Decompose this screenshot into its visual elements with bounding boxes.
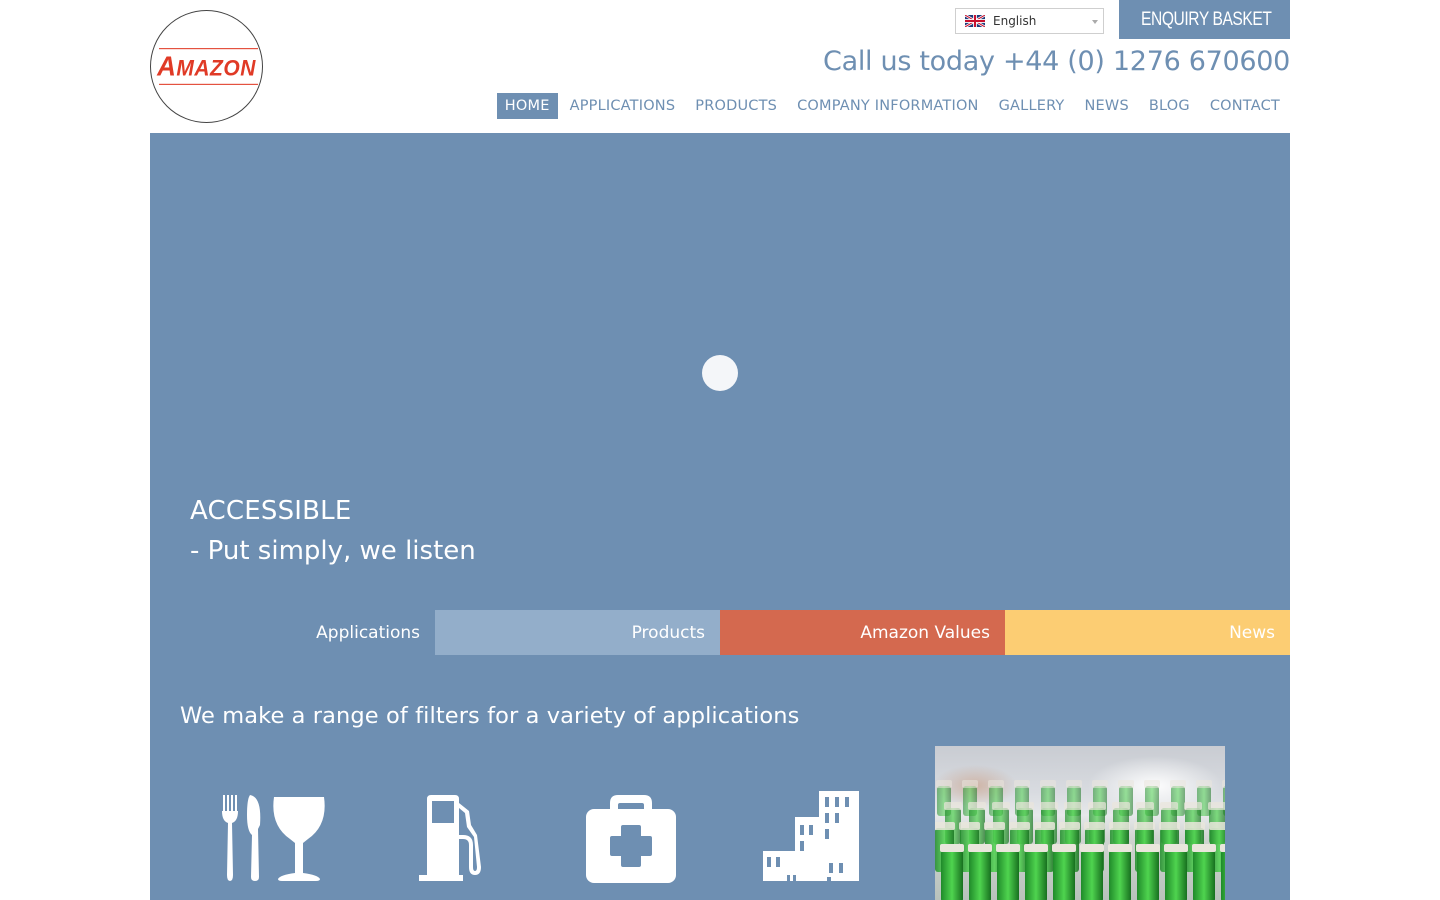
bottle-cap	[1009, 822, 1030, 830]
nav-item-applications[interactable]: APPLICATIONS	[562, 93, 684, 119]
bottle-cap	[1014, 780, 1030, 788]
applications-heading: We make a range of filters for a variety…	[180, 703, 800, 729]
bottle	[1193, 850, 1215, 900]
bottle-cap	[1144, 780, 1160, 788]
language-select[interactable]: English	[955, 8, 1104, 34]
hero-section: ACCESSIBLE - Put simply, we listen Appli…	[150, 133, 1290, 900]
bottle-cap	[1064, 802, 1082, 810]
food-and-beverage-icon[interactable]	[222, 795, 326, 883]
bottle-cap	[936, 780, 952, 788]
logo-wordmark: AMAZON	[155, 47, 258, 86]
nav-item-blog[interactable]: BLOG	[1141, 93, 1198, 119]
bottle-cap	[1112, 802, 1130, 810]
bottle-cap	[968, 802, 986, 810]
bottle-rows	[935, 780, 1225, 900]
bottles-illustration	[935, 780, 1225, 900]
chevron-down-icon	[1092, 20, 1098, 24]
bottle-cap	[1024, 844, 1048, 852]
phone-number: Call us today +44 (0) 1276 670600	[823, 46, 1290, 77]
bottle-cap	[1080, 844, 1104, 852]
bottle-cap	[1034, 822, 1055, 830]
main-nav: HOME APPLICATIONS PRODUCTS COMPANY INFOR…	[493, 93, 1290, 119]
bottle-cap	[1208, 802, 1225, 810]
bottle-cap	[935, 822, 955, 830]
slider-loading-indicator[interactable]	[702, 355, 738, 391]
bottle-cap	[1222, 780, 1225, 788]
bottle-cap	[1016, 802, 1034, 810]
bottle-cap	[1170, 780, 1186, 788]
nav-item-home[interactable]: HOME	[496, 93, 558, 119]
uk-flag-icon	[965, 15, 985, 27]
bottle	[997, 850, 1019, 900]
tab-news[interactable]: News	[1005, 610, 1290, 655]
bottle-cap	[1220, 844, 1225, 852]
bottle-cap	[988, 780, 1004, 788]
tab-amazon-values[interactable]: Amazon Values	[720, 610, 1005, 655]
buildings-icon[interactable]	[763, 791, 859, 883]
nav-item-gallery[interactable]: GALLERY	[991, 93, 1073, 119]
bottle-cap	[992, 802, 1010, 810]
green-bottles-production-line-photo[interactable]	[935, 746, 1225, 900]
bottle	[1109, 850, 1131, 900]
bottle-cap	[1108, 844, 1132, 852]
bottle-cap	[1160, 802, 1178, 810]
enquiry-basket-button[interactable]: ENQUIRY BASKET	[1119, 0, 1290, 39]
bottle-cap	[1088, 802, 1106, 810]
bottle-cap	[1134, 822, 1155, 830]
nav-item-contact[interactable]: CONTACT	[1202, 93, 1288, 119]
bottle	[1221, 850, 1225, 900]
bottle	[1081, 850, 1103, 900]
bottle	[941, 850, 963, 900]
bottle	[1025, 850, 1047, 900]
bottle-cap	[944, 802, 962, 810]
bottle-cap	[1092, 780, 1108, 788]
bottle-cap	[1136, 802, 1154, 810]
bottle-cap	[1184, 822, 1205, 830]
bottle	[1165, 850, 1187, 900]
nav-item-products[interactable]: PRODUCTS	[687, 93, 785, 119]
bottle-cap	[959, 822, 980, 830]
bottle-cap	[1118, 780, 1134, 788]
bottle-cap	[996, 844, 1020, 852]
bottle-cap	[1164, 844, 1188, 852]
slide-subtitle: - Put simply, we listen	[190, 536, 476, 566]
bottle-cap	[1066, 780, 1082, 788]
bottle-cap	[968, 844, 992, 852]
bottle-cap	[1052, 844, 1076, 852]
bottle-cap	[1192, 844, 1216, 852]
bottle-cap	[1109, 822, 1130, 830]
slide-caption: ACCESSIBLE - Put simply, we listen	[190, 493, 476, 573]
bottle-cap	[940, 844, 964, 852]
language-label: English	[993, 14, 1037, 28]
bottle-cap	[1084, 822, 1105, 830]
bottle-cap	[1184, 802, 1202, 810]
logo-rest: MAZON	[176, 56, 256, 81]
section-tabs: Applications Products Amazon Values News	[150, 610, 1290, 655]
bottle-cap	[962, 780, 978, 788]
bottle-cap	[1040, 802, 1058, 810]
bottle-cap	[1159, 822, 1180, 830]
bottle	[1053, 850, 1075, 900]
slide-title: ACCESSIBLE	[190, 496, 352, 526]
page: AMAZON English ENQUIRY BASKET Call us to…	[150, 0, 1290, 900]
bottle	[969, 850, 991, 900]
nav-item-news[interactable]: NEWS	[1077, 93, 1137, 119]
bottle-cap	[984, 822, 1005, 830]
bottle-cap	[1059, 822, 1080, 830]
bottle-cap	[1136, 844, 1160, 852]
bottle-cap	[1209, 822, 1225, 830]
first-aid-kit-icon[interactable]	[586, 795, 676, 883]
enquiry-basket-label: ENQUIRY BASKET	[1141, 8, 1272, 30]
bottle	[1137, 850, 1159, 900]
nav-item-company-information[interactable]: COMPANY INFORMATION	[789, 93, 987, 119]
tab-applications[interactable]: Applications	[150, 610, 435, 655]
fuel-pump-icon[interactable]	[419, 795, 485, 883]
tab-products[interactable]: Products	[435, 610, 720, 655]
logo-initial: A	[157, 50, 177, 82]
bottle-cap	[1196, 780, 1212, 788]
bottle-cap	[1040, 780, 1056, 788]
company-logo[interactable]: AMAZON	[150, 10, 263, 123]
